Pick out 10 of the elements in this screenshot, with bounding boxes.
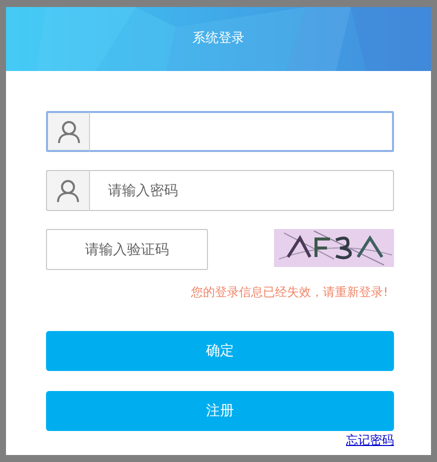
- dialog-title: 系统登录: [192, 31, 244, 47]
- input-field[interactable]: 请输入密码: [90, 170, 394, 211]
- input-field[interactable]: [90, 111, 394, 152]
- user-icon: [57, 178, 79, 202]
- forgot-password-link[interactable]: 忘记密码: [346, 434, 394, 447]
- confirm-button[interactable]: 确定: [46, 331, 394, 371]
- register-button[interactable]: 注册: [46, 391, 394, 431]
- user-icon: [58, 120, 80, 144]
- error-message: 您的登录信息已经失效，请重新登录!: [191, 285, 388, 299]
- captcha-field[interactable]: 请输入验证码: [46, 229, 208, 270]
